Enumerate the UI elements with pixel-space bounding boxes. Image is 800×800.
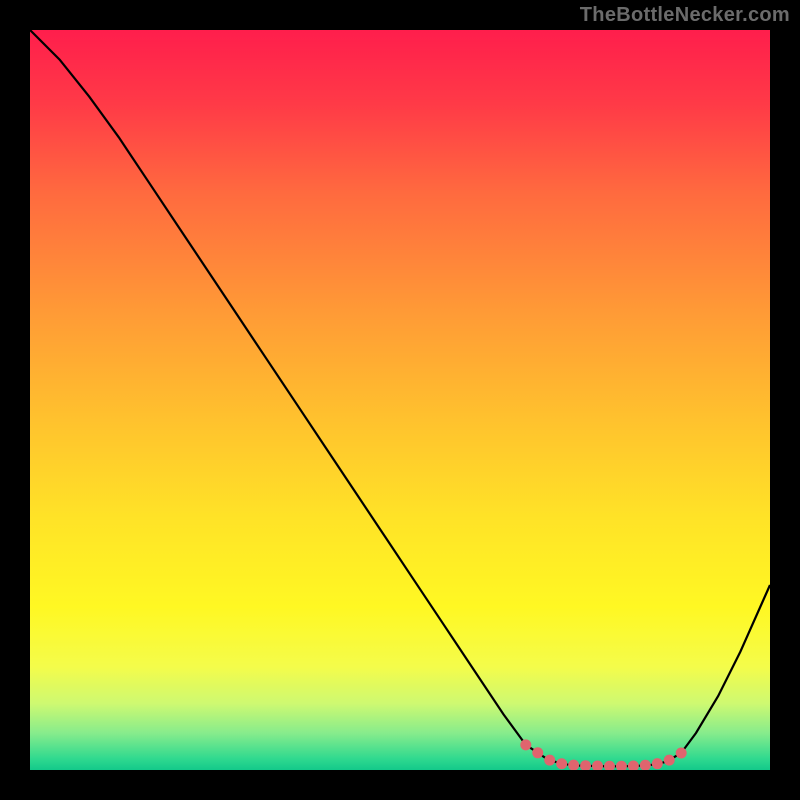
- watermark-text: TheBottleNecker.com: [580, 4, 790, 27]
- optimal-marker: [664, 755, 675, 766]
- gradient-background: [30, 30, 770, 770]
- plot-area: [30, 30, 770, 770]
- optimal-marker: [556, 758, 567, 769]
- chart-frame: TheBottleNecker.com: [0, 0, 800, 800]
- optimal-marker: [532, 747, 543, 758]
- optimal-marker: [676, 747, 687, 758]
- bottleneck-chart: [30, 30, 770, 770]
- optimal-marker: [652, 758, 663, 769]
- optimal-marker: [544, 755, 555, 766]
- optimal-marker: [520, 739, 531, 750]
